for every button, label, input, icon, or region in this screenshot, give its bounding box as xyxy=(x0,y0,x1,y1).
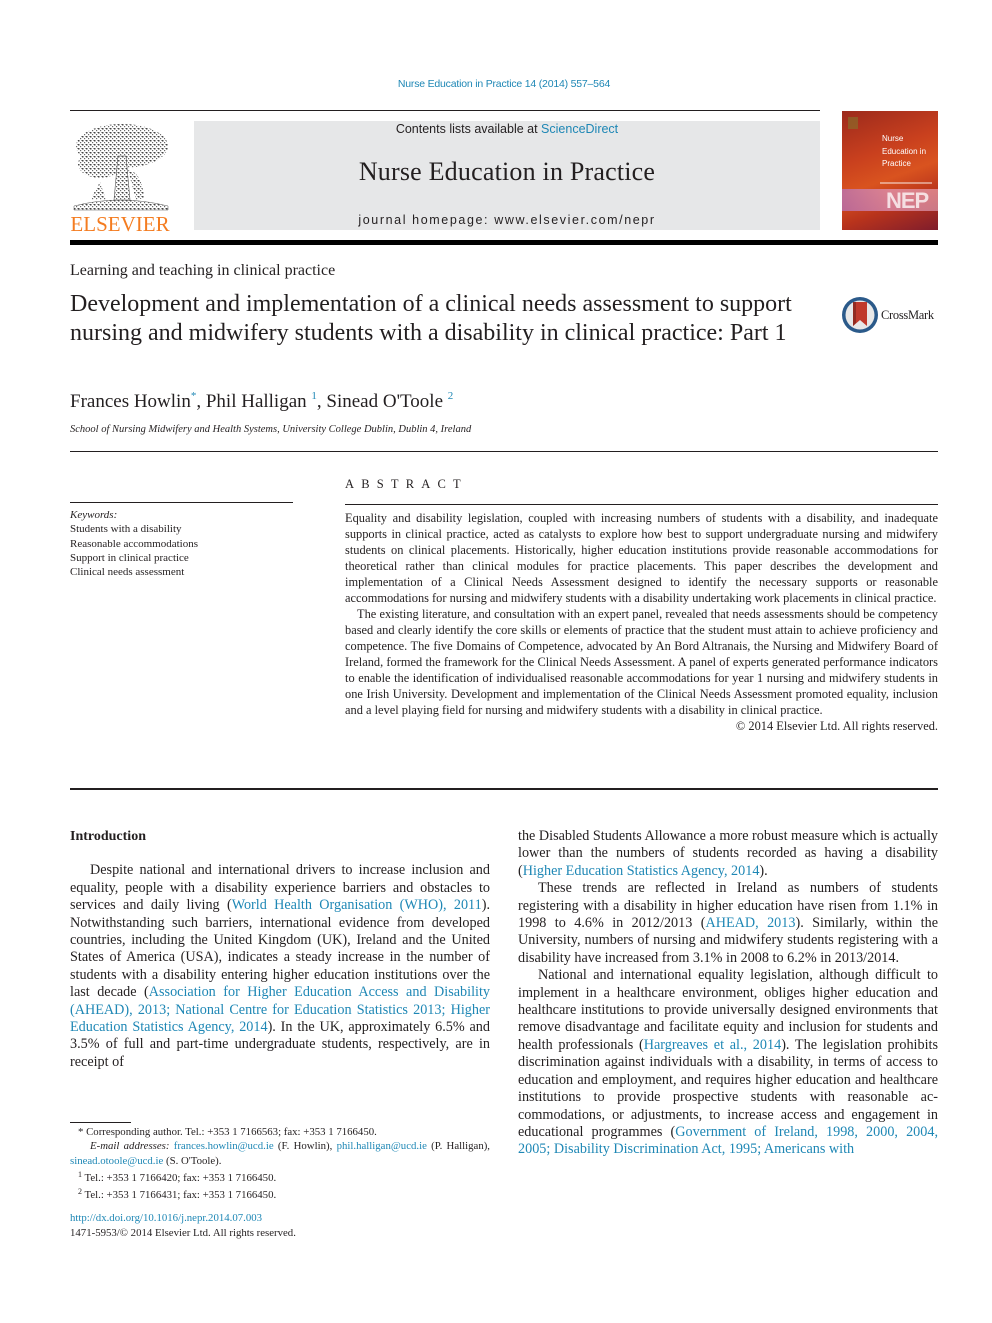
crossmark-button[interactable]: CrossMark xyxy=(841,296,934,334)
sciencedirect-link[interactable]: ScienceDirect xyxy=(541,122,618,136)
author-affiliation: School of Nursing Midwifery and Health S… xyxy=(70,424,472,435)
article-info-rule xyxy=(70,451,938,452)
cover-title: Nurse Education in Practice xyxy=(882,134,927,168)
reference-link[interactable]: Higher Education Statistics Agency, 2014 xyxy=(523,863,760,879)
keyword-item: Clinical needs assessment xyxy=(70,566,185,579)
header-thick-rule xyxy=(70,240,938,245)
crossmark-label: CrossMark xyxy=(881,307,934,322)
contents-prefix: Contents lists available at xyxy=(395,122,542,136)
email-footnote: E-mail addresses: frances.howlin@ucd.ie … xyxy=(70,1140,491,1167)
author-name[interactable]: Frances Howlin xyxy=(70,391,191,412)
email-link[interactable]: sinead.otoole@ucd.ie xyxy=(70,1155,163,1167)
contents-lists-line: Contents lists available at ScienceDirec… xyxy=(194,122,820,136)
doi-block: http://dx.doi.org/10.1016/j.nepr.2014.07… xyxy=(70,1211,296,1241)
body-paragraph: the Disabled Students Allowance a more r… xyxy=(518,828,938,879)
header-top-rule xyxy=(70,110,820,111)
article-title: Development and implementation of a clin… xyxy=(70,291,792,346)
abstract-copyright: © 2014 Elsevier Ltd. All rights reserved… xyxy=(735,719,938,733)
reference-link[interactable]: Hargreaves et al., 2014 xyxy=(644,1037,781,1053)
keyword-item: Students with a disability xyxy=(70,523,182,536)
introduction-heading: Introduction xyxy=(70,829,146,844)
cover-abbrev: NEP xyxy=(886,188,929,213)
keywords-rule xyxy=(70,502,293,503)
elsevier-tree-icon xyxy=(73,124,169,211)
body-paragraph: These trends are reflected in Ireland as… xyxy=(518,880,938,966)
body-paragraph: National and international equality legi… xyxy=(518,967,938,1158)
email-link[interactable]: frances.howlin@ucd.ie xyxy=(174,1140,274,1152)
journal-cover-image[interactable]: Nurse Education in Practice NEP xyxy=(842,111,938,230)
abstract-heading: ABSTRACT xyxy=(345,477,468,491)
journal-title: Nurse Education in Practice xyxy=(358,157,656,186)
elsevier-wordmark: ELSEVIER xyxy=(70,212,170,236)
elsevier-logo: ELSEVIER xyxy=(70,120,170,235)
journal-homepage-link[interactable]: journal homepage: www.elsevier.com/nepr xyxy=(194,213,820,227)
footnote-1: 1 Tel.: +353 1 7166420; fax: +353 1 7166… xyxy=(78,1169,277,1184)
email-link[interactable]: phil.halligan@ucd.ie xyxy=(337,1140,427,1152)
abstract-body: Equality and disability legislation, cou… xyxy=(345,510,938,734)
reference-link[interactable]: World Health Organisation (WHO), 2011 xyxy=(232,897,482,913)
abstract-rule xyxy=(345,504,938,505)
keyword-item: Reasonable accommodations xyxy=(70,537,198,550)
cover-publisher-icon xyxy=(848,117,858,129)
abstract-bottom-rule xyxy=(70,788,938,790)
author-name[interactable]: Phil Halligan xyxy=(206,391,312,412)
body-paragraph: Despite national and international drive… xyxy=(70,862,490,1070)
abstract-paragraph: The existing literature, and consultatio… xyxy=(345,607,938,717)
body-left-column: Introduction Despite national and intern… xyxy=(70,828,490,1071)
cover-divider xyxy=(880,182,932,184)
reference-link[interactable]: AHEAD, 2013 xyxy=(705,915,795,931)
footnotes: * Corresponding author. Tel.: +353 1 716… xyxy=(70,1122,490,1202)
footnote-rule xyxy=(70,1122,131,1123)
article-section: Learning and teaching in clinical practi… xyxy=(70,262,336,279)
author-name[interactable]: Sinead O'Toole xyxy=(326,391,447,412)
journal-masthead: Contents lists available at ScienceDirec… xyxy=(194,121,820,230)
author-list: Frances Howlin*, Phil Halligan 1, Sinead… xyxy=(70,390,454,412)
corresponding-author-footnote: * Corresponding author. Tel.: +353 1 716… xyxy=(78,1126,377,1138)
affiliation-footnote-mark[interactable]: 2 xyxy=(448,390,454,402)
keywords-block: Keywords: Students with a disability Rea… xyxy=(70,508,198,579)
keywords-heading: Keywords: xyxy=(70,509,118,521)
footnote-2: 2 Tel.: +353 1 7166431; fax: +353 1 7166… xyxy=(78,1187,277,1202)
journal-citation-link[interactable]: Nurse Education in Practice 14 (2014) 55… xyxy=(0,78,992,90)
keyword-item: Support in clinical practice xyxy=(70,551,189,564)
doi-link[interactable]: http://dx.doi.org/10.1016/j.nepr.2014.07… xyxy=(70,1212,262,1224)
issn-copyright: 1471-5953/© 2014 Elsevier Ltd. All right… xyxy=(70,1227,296,1239)
body-right-column: the Disabled Students Allowance a more r… xyxy=(518,828,938,1159)
crossmark-icon xyxy=(842,297,878,333)
abstract-paragraph: Equality and disability legislation, cou… xyxy=(345,511,938,605)
